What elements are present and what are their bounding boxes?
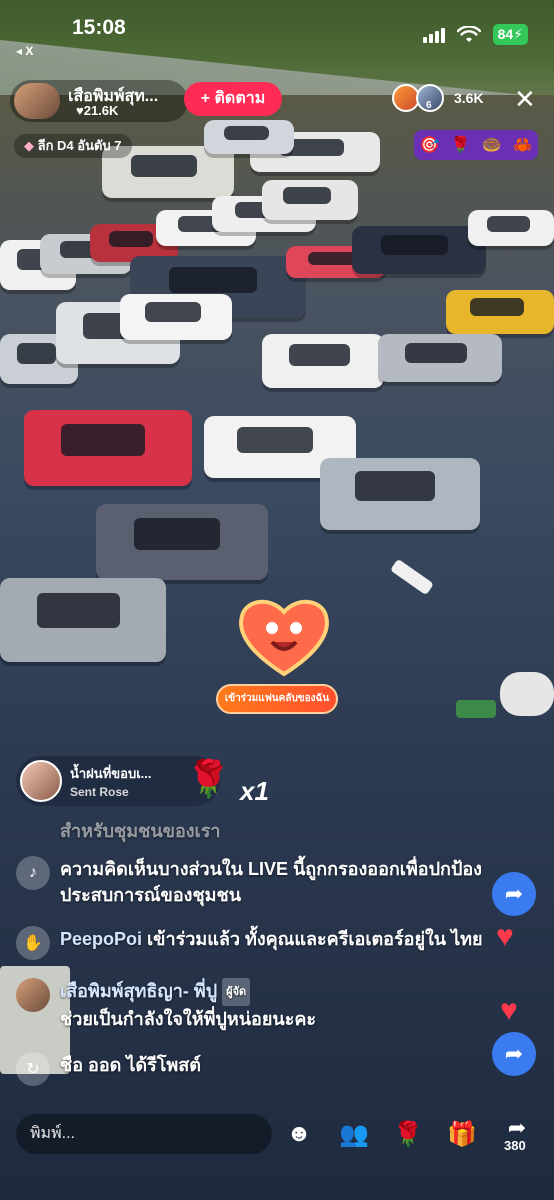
share-icon[interactable]: ➦ bbox=[492, 872, 536, 916]
cellular-signal-icon bbox=[422, 27, 445, 43]
submerged-suv bbox=[352, 226, 486, 274]
submerged-car bbox=[262, 180, 358, 220]
rose-gift-button[interactable]: 🌹 bbox=[390, 1116, 426, 1152]
follow-button[interactable]: + ติดตาม bbox=[184, 82, 282, 116]
status-icons: 84⚡ bbox=[422, 24, 528, 45]
gift-icon[interactable]: 🎁 bbox=[444, 1116, 480, 1152]
back-to-app-link[interactable]: ◂ X bbox=[16, 44, 33, 58]
filter-notice-text: ความคิดเห็นบางส่วนใน LIVE นี้ถูกกรองออกเ… bbox=[60, 859, 482, 905]
comment-row: ♪ ความคิดเห็นบางส่วนใน LIVE นี้ถูกกรองออ… bbox=[16, 856, 496, 908]
comment-faded: สำหรับชุมชนของเรา bbox=[60, 821, 221, 841]
gift-action-text: Sent Rose bbox=[70, 785, 129, 799]
submerged-red-car bbox=[24, 410, 192, 486]
host-comment: เสือพิมพ์สุทธิญา- พี่ปู ผู้จัด ช่วยเป็นก… bbox=[60, 978, 316, 1032]
submerged-car bbox=[96, 504, 268, 580]
host-badge: ผู้จัด bbox=[222, 978, 251, 1007]
host-likes-count: 21.6K bbox=[83, 103, 119, 118]
submerged-car bbox=[468, 210, 554, 246]
emoji-icon[interactable]: ☻ bbox=[282, 1116, 316, 1152]
submerged-car bbox=[320, 458, 480, 530]
floating-heart-icon: ♥ bbox=[496, 920, 514, 953]
league-badge[interactable]: ◆ ลีก D4 อันดับ 7 bbox=[14, 134, 132, 158]
status-time: 15:08 bbox=[72, 16, 126, 39]
fan-club-heart-icon[interactable] bbox=[236, 594, 332, 678]
gift-multiplier: x1 bbox=[240, 776, 269, 806]
submerged-taxi bbox=[446, 290, 554, 334]
top-viewers[interactable]: 6 bbox=[392, 84, 452, 114]
host-comment-avatar[interactable] bbox=[16, 978, 50, 1012]
battery-indicator: 84⚡ bbox=[492, 24, 528, 45]
submerged-car bbox=[204, 120, 294, 154]
diamond-icon: ◆ bbox=[24, 138, 38, 153]
charging-icon: ⚡ bbox=[513, 26, 523, 42]
floating-debris bbox=[500, 672, 554, 716]
gift-rank-icon: 🦀 bbox=[512, 137, 533, 154]
join-notice: PeepoPoi เข้าร่วมแล้ว ทั้งคุณและครีเอเตอ… bbox=[60, 926, 483, 960]
host-comment-username[interactable]: เสือพิมพ์สุทธิญา- พี่ปู bbox=[60, 981, 217, 1001]
multi-guest-icon[interactable]: 👥 bbox=[336, 1116, 372, 1152]
heart-icon: ♥ bbox=[76, 103, 84, 118]
repost-icon: ↻ bbox=[16, 1052, 50, 1086]
close-icon[interactable]: ✕ bbox=[514, 86, 536, 112]
repost-notice: ชือ ออด ได้รีโพสต์ bbox=[60, 1055, 201, 1075]
join-fan-club-banner[interactable]: เข้าร่วมแฟนคลับของฉัน bbox=[216, 684, 338, 714]
battery-level: 84 bbox=[497, 26, 514, 42]
gift-rank-icon: 🍩 bbox=[481, 137, 502, 154]
tiktok-icon: ♪ bbox=[16, 856, 50, 890]
share-count: 380 bbox=[504, 1138, 526, 1153]
league-label: ลีก D4 อันดับ 7 bbox=[37, 138, 122, 153]
comment-row: ✋ PeepoPoi เข้าร่วมแล้ว ทั้งคุณและครีเอเ… bbox=[16, 926, 496, 960]
submerged-car bbox=[378, 334, 502, 382]
status-bar: 15:08 ◂ X 84⚡ bbox=[0, 0, 554, 58]
rose-gift-icon: 🌹 bbox=[186, 758, 231, 799]
host-likes: ♥21.6K bbox=[76, 103, 118, 118]
viewer-count[interactable]: 3.6K bbox=[454, 90, 484, 106]
gift-sender-name: น้ำฝนที่ขอบเ... bbox=[70, 766, 152, 781]
submerged-car bbox=[262, 334, 384, 388]
gift-rank-icon: 🎯 bbox=[419, 137, 440, 154]
host-profile-pill[interactable]: เสือพิมพ์สุท... ♥21.6K bbox=[10, 80, 188, 122]
wifi-icon bbox=[456, 25, 481, 42]
host-comment-text: ช่วยเป็นกำลังใจให้พี่ปูหน่อยนะคะ bbox=[60, 1009, 317, 1030]
gift-notification: น้ำฝนที่ขอบเ... Sent Rose 🌹 bbox=[16, 756, 231, 806]
floating-debris bbox=[456, 700, 496, 718]
wave-hand-icon: ✋ bbox=[16, 926, 50, 960]
gift-sender-avatar[interactable] bbox=[20, 760, 62, 802]
floating-heart-icon: ♥ bbox=[500, 994, 518, 1027]
join-notice-text: เข้าร่วมแล้ว ทั้งคุณและครีเอเตอร์อยู่ใน … bbox=[142, 929, 483, 949]
share-icon[interactable]: ➦ bbox=[492, 1032, 536, 1076]
comment-row: เสือพิมพ์สุทธิญา- พี่ปู ผู้จัด ช่วยเป็นก… bbox=[16, 978, 496, 1032]
comment-row: ↻ ชือ ออด ได้รีโพสต์ bbox=[16, 1052, 496, 1086]
submerged-car bbox=[0, 578, 166, 662]
host-avatar[interactable] bbox=[14, 83, 60, 119]
gift-ranking-bar[interactable]: 🎯 🌹 🍩 🦀 bbox=[414, 130, 538, 160]
join-username[interactable]: PeepoPoi bbox=[60, 929, 142, 949]
comment-input[interactable]: พิมพ์... bbox=[16, 1114, 272, 1154]
submerged-car bbox=[120, 294, 232, 340]
viewer-rank-badge: 6 bbox=[426, 100, 432, 111]
gift-rank-icon: 🌹 bbox=[450, 137, 471, 154]
